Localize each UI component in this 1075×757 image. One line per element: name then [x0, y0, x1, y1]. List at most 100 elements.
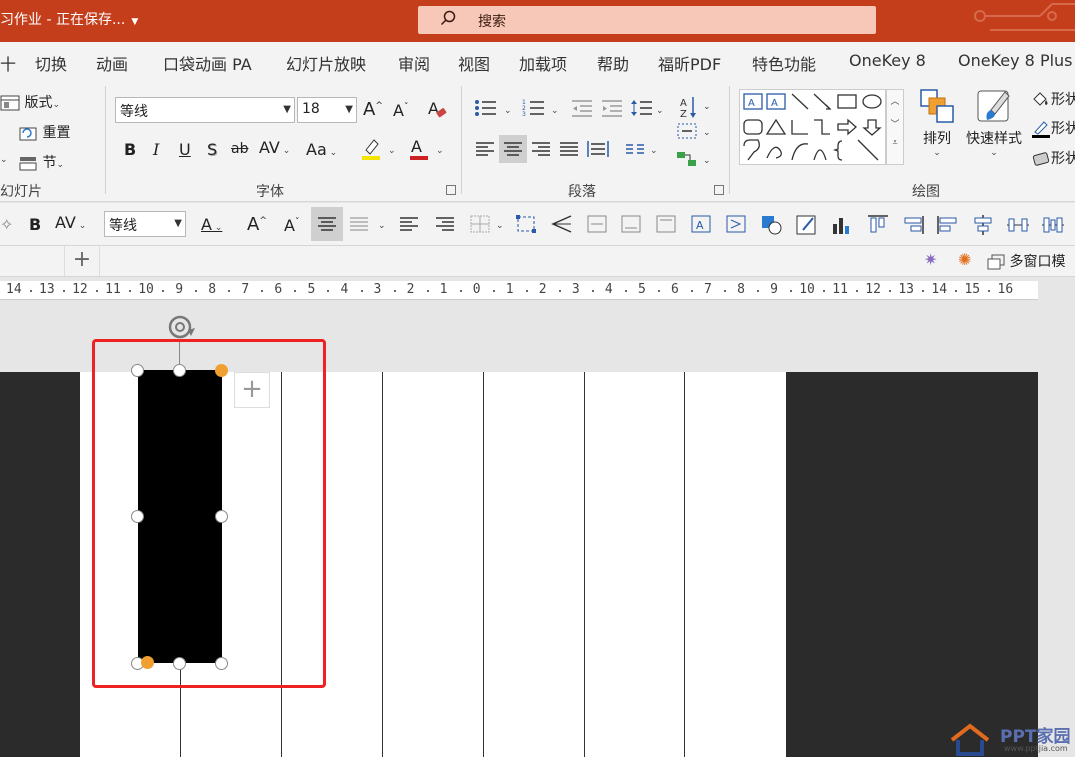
- tab-onekey8[interactable]: OneKey 8: [849, 51, 926, 70]
- shape-effects-button[interactable]: 形状: [1031, 148, 1075, 168]
- align-left-objects-icon[interactable]: [936, 214, 960, 236]
- tab-addins[interactable]: 加载项: [519, 51, 567, 75]
- tab-pocket-animation[interactable]: 口袋动画 PA: [163, 51, 252, 75]
- increase-indent-icon[interactable]: [600, 98, 624, 118]
- chevron-down-icon[interactable]: ⌄: [703, 128, 711, 138]
- chevron-down-icon[interactable]: ⌄: [436, 146, 444, 156]
- tab-special-features[interactable]: 特色功能: [752, 51, 816, 75]
- shapes-gallery-scroll[interactable]: ︿ ﹀ ⩡: [886, 89, 904, 165]
- italic-icon[interactable]: I: [153, 140, 159, 159]
- align-right-objects-icon[interactable]: [901, 214, 925, 236]
- chevron-down-icon[interactable]: ⌄: [650, 146, 658, 156]
- layout-button[interactable]: 版式⌄: [0, 92, 60, 112]
- tab-help[interactable]: 帮助: [597, 51, 629, 75]
- rotate-handle-icon[interactable]: [165, 312, 199, 342]
- bold-icon[interactable]: B: [124, 140, 136, 159]
- chart-icon[interactable]: [830, 214, 854, 236]
- font-dialog-launcher-icon[interactable]: [446, 185, 456, 195]
- document-title[interactable]: 习作业 - 正在保存... ▼: [0, 9, 138, 29]
- font-color-icon[interactable]: A ⌄: [201, 215, 222, 234]
- align-center-objects-icon[interactable]: [971, 214, 995, 236]
- text-frame-arrow-icon[interactable]: [725, 214, 747, 234]
- underline-icon[interactable]: U: [179, 140, 191, 159]
- numbering-icon[interactable]: 123: [522, 98, 548, 118]
- chevron-down-icon[interactable]: ⌄: [656, 106, 664, 116]
- white-key[interactable]: [585, 372, 685, 757]
- tab-onekey8-plus[interactable]: OneKey 8 Plus: [958, 51, 1073, 70]
- tab-partial[interactable]: 十: [0, 51, 16, 75]
- reset-button[interactable]: 重置: [18, 122, 70, 142]
- white-key[interactable]: [685, 372, 786, 757]
- justify-icon[interactable]: [349, 215, 369, 233]
- bold-icon[interactable]: B: [29, 215, 41, 234]
- distributed-icon[interactable]: [587, 139, 609, 159]
- font-name-combo[interactable]: 等线 ▼: [115, 97, 295, 123]
- edit-shape-icon[interactable]: [795, 214, 819, 236]
- line-spacing-icon[interactable]: [630, 98, 654, 118]
- chevron-down-icon[interactable]: ▼: [345, 104, 353, 115]
- chevron-down-icon[interactable]: ▼: [174, 218, 182, 229]
- increase-font-icon[interactable]: A^: [247, 214, 267, 235]
- text-direction-icon[interactable]: AZ: [678, 94, 700, 120]
- mini-font-combo[interactable]: 等线 ▼: [104, 211, 186, 237]
- chevron-down-icon[interactable]: ⌄: [388, 146, 396, 156]
- justify-icon[interactable]: [559, 140, 579, 158]
- format-painter-icon[interactable]: ✧: [0, 215, 13, 234]
- font-color-icon[interactable]: A: [408, 136, 430, 162]
- align-left-icon[interactable]: [475, 140, 495, 158]
- character-spacing-icon[interactable]: AV ⌄: [259, 138, 290, 157]
- text-box-bottom-icon[interactable]: [620, 214, 642, 234]
- align-center-icon[interactable]: [317, 215, 337, 233]
- bullets-icon[interactable]: [474, 98, 500, 118]
- character-spacing-icon[interactable]: AV ⌄: [55, 213, 86, 232]
- distribute-horizontal-icon[interactable]: [1006, 214, 1030, 236]
- chevron-down-icon[interactable]: ⌄: [703, 102, 711, 112]
- multi-window-button[interactable]: 多窗口模: [987, 251, 1065, 271]
- tab-animations[interactable]: 动画: [96, 51, 128, 75]
- columns-icon[interactable]: [625, 142, 645, 156]
- quick-styles-button[interactable]: 快速样式 ⌄: [962, 88, 1026, 158]
- add-tab-button[interactable]: +: [64, 246, 100, 276]
- align-top-icon[interactable]: [866, 214, 890, 236]
- text-box-top-icon[interactable]: [655, 214, 677, 234]
- distribute-objects-icon[interactable]: [1041, 214, 1065, 236]
- text-box-icon[interactable]: [586, 214, 608, 234]
- shapes-gallery[interactable]: A A: [739, 89, 886, 165]
- clear-formatting-icon[interactable]: A: [426, 98, 448, 120]
- arrange-button[interactable]: 排列 ⌄: [917, 88, 957, 158]
- decrease-font-icon[interactable]: Aˇ: [284, 216, 299, 235]
- font-size-combo[interactable]: 18 ▼: [297, 97, 357, 123]
- chevron-down-icon[interactable]: ⌄: [703, 156, 711, 166]
- text-frame-icon[interactable]: A: [690, 214, 712, 234]
- white-key[interactable]: [484, 372, 585, 757]
- tab-foxit-pdf[interactable]: 福昕PDF: [658, 51, 721, 75]
- perspective-icon[interactable]: [551, 214, 573, 234]
- chevron-down-icon[interactable]: ⌄: [378, 221, 386, 231]
- align-text-icon[interactable]: [676, 122, 698, 140]
- align-left-icon[interactable]: [399, 215, 419, 233]
- tab-review[interactable]: 审阅: [398, 51, 430, 75]
- more-icon[interactable]: ⩡: [887, 138, 903, 148]
- paragraph-dialog-launcher-icon[interactable]: [714, 185, 724, 195]
- search-box[interactable]: 搜索: [418, 6, 876, 34]
- select-object-icon[interactable]: [515, 214, 537, 234]
- horizontal-ruler[interactable]: 14 13 12 11 10 9 8 7 6 5 4 3 2 1 0 1 2 3 4 5 6 7 8 9 10 11 12 13 14 1…: [0, 281, 1038, 300]
- chevron-down-icon[interactable]: ⌄: [551, 106, 559, 116]
- tab-slideshow[interactable]: 幻灯片放映: [286, 51, 366, 75]
- shape-combine-icon[interactable]: [760, 214, 784, 236]
- decrease-indent-icon[interactable]: [570, 98, 594, 118]
- sparkle-icon[interactable]: ✷: [924, 250, 937, 269]
- chevron-down-icon[interactable]: ▼: [283, 104, 291, 115]
- gear-icon[interactable]: ✺: [958, 250, 971, 269]
- decrease-font-icon[interactable]: Aˇ: [393, 101, 408, 120]
- tab-transitions[interactable]: 切换: [35, 51, 67, 75]
- chevron-up-icon[interactable]: ︿: [887, 94, 903, 107]
- tab-view[interactable]: 视图: [458, 51, 490, 75]
- align-center-icon[interactable]: [503, 140, 523, 158]
- white-key[interactable]: [383, 372, 484, 757]
- change-case-icon[interactable]: Aa ⌄: [306, 140, 337, 159]
- table-borders-icon[interactable]: [469, 214, 491, 234]
- increase-font-icon[interactable]: A^: [363, 99, 383, 120]
- section-button[interactable]: 节⌄: [18, 152, 64, 172]
- new-slide-dropdown[interactable]: ⌄: [0, 150, 8, 166]
